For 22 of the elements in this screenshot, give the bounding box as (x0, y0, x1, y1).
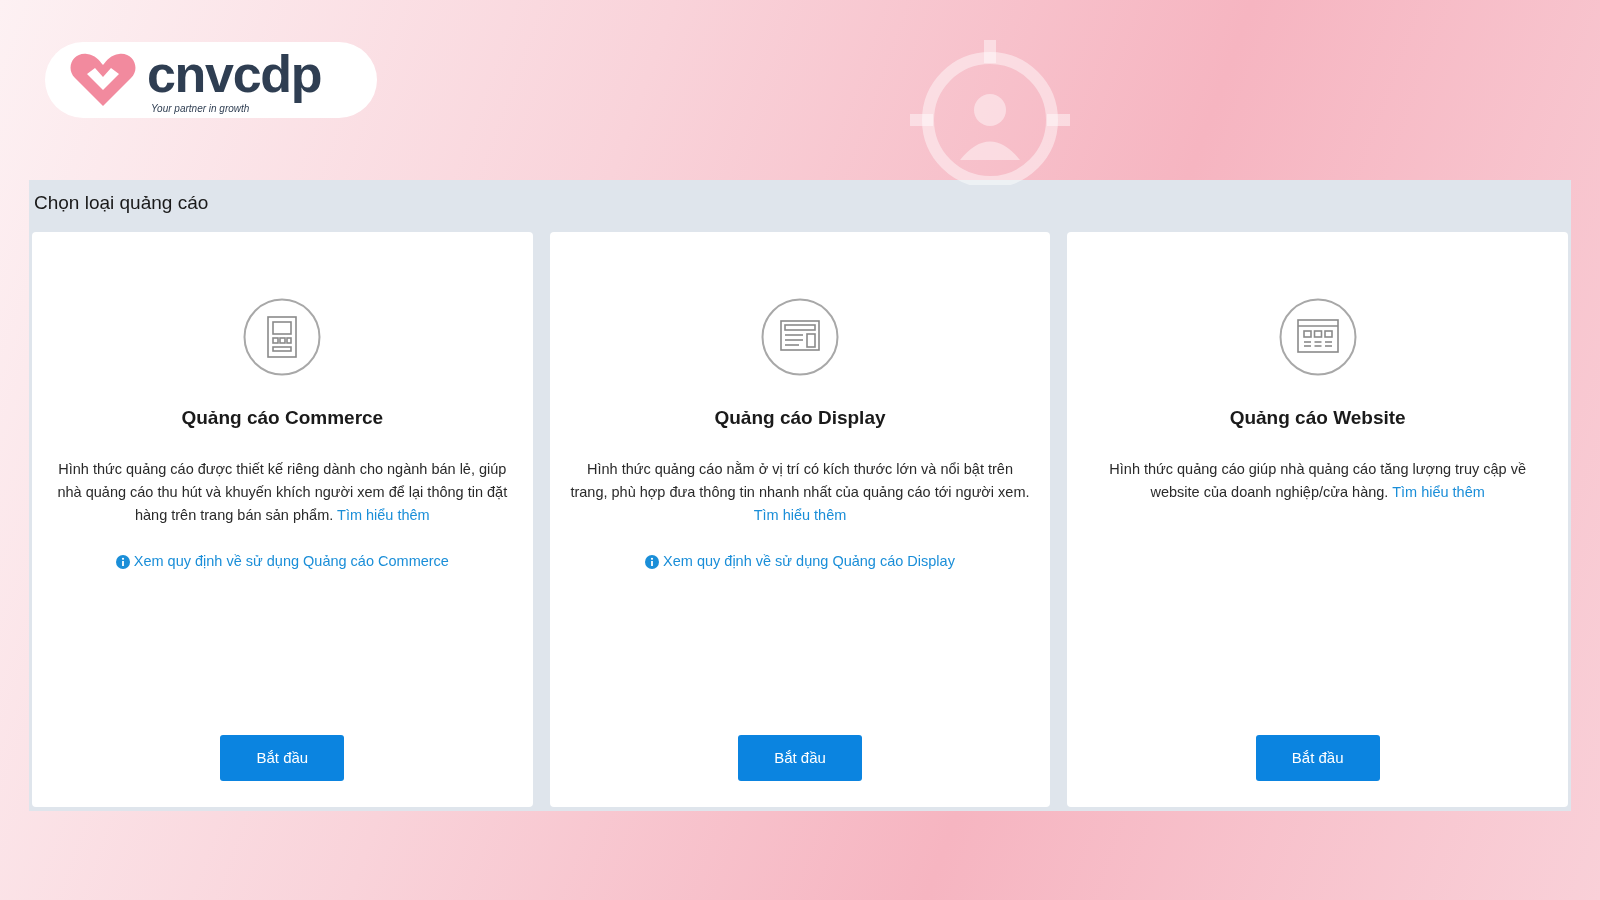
logo-wordmark: cnvcdp (147, 45, 322, 103)
logo-tagline: Your partner in growth (151, 103, 251, 115)
card-description: Hình thức quảng cáo nằm ở vị trí có kích thước lớn và nổi bật trên trang, phù hợp đưa thông tin nhanh nhất của quảng cáo tới người xem. Tìm hiểu thêm (570, 460, 1030, 525)
learn-more-link[interactable]: Tìm hiểu thêm (337, 507, 430, 523)
info-icon (115, 554, 130, 569)
start-button[interactable]: Bắt đầu (220, 735, 345, 781)
learn-more-link[interactable]: Tìm hiểu thêm (1392, 484, 1485, 500)
start-button[interactable]: Bắt đầu (1255, 735, 1380, 781)
policy-link[interactable]: Xem quy định về sử dụng Quảng cáo Commerce (115, 551, 449, 573)
info-icon (645, 554, 660, 569)
card-description: Hình thức quảng cáo giúp nhà quảng cáo tăng lượng truy cập về website của doanh nghiệp/cửa hàng. Tìm hiểu thêm (1108, 460, 1527, 502)
display-ad-icon (761, 297, 839, 376)
card-title: Quảng cáo Commerce (181, 405, 384, 430)
panel-title: Chọn loại quảng cáo (34, 191, 210, 215)
start-button[interactable]: Bắt đầu (738, 735, 862, 781)
card-title: Quảng cáo Website (1229, 405, 1406, 430)
card-description: Hình thức quảng cáo được thiết kế riêng dành cho ngành bán lẻ, giúp nhà quảng cáo thu hút và khuyến khích người xem để lại thông tin đặt hàng trên trang bán sản phẩm. Tìm hiểu thêm (56, 460, 509, 525)
policy-link[interactable]: Xem quy định về sử dụng Quảng cáo Display (645, 551, 955, 573)
card-title: Quảng cáo Display (714, 405, 886, 430)
commerce-ad-icon (243, 297, 322, 376)
website-ad-icon (1278, 297, 1357, 376)
learn-more-link[interactable]: Tìm hiểu thêm (753, 507, 847, 523)
